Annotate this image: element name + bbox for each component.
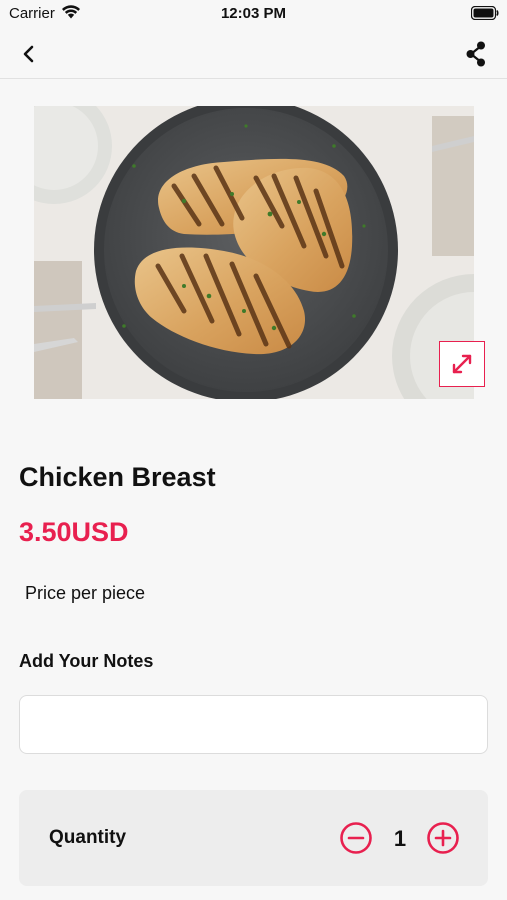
expand-icon [452, 354, 472, 374]
price-note: Price per piece [25, 583, 146, 603]
increase-quantity-button[interactable] [426, 821, 460, 855]
decrease-quantity-button[interactable] [339, 821, 373, 855]
back-button[interactable] [14, 40, 46, 68]
expand-image-button[interactable] [439, 341, 485, 387]
product-title: Chicken Breast [19, 462, 216, 492]
status-time: 12:03 PM [220, 5, 287, 22]
navigation-bar [0, 30, 507, 79]
quantity-card: Quantity 1 [19, 790, 488, 886]
share-button[interactable] [461, 39, 491, 69]
plus-circle-icon [427, 822, 459, 854]
notes-input[interactable] [19, 695, 488, 754]
notes-label: Add Your Notes [19, 651, 154, 671]
product-image [34, 106, 474, 399]
chevron-left-icon [23, 45, 34, 63]
quantity-label: Quantity [49, 827, 127, 848]
status-bar: Carrier 12:03 PM [0, 0, 507, 30]
product-price: 3.50USD [19, 517, 129, 547]
battery-icon [471, 6, 499, 20]
quantity-value: 1 [393, 826, 407, 851]
minus-circle-icon [340, 822, 372, 854]
share-icon [466, 41, 485, 67]
